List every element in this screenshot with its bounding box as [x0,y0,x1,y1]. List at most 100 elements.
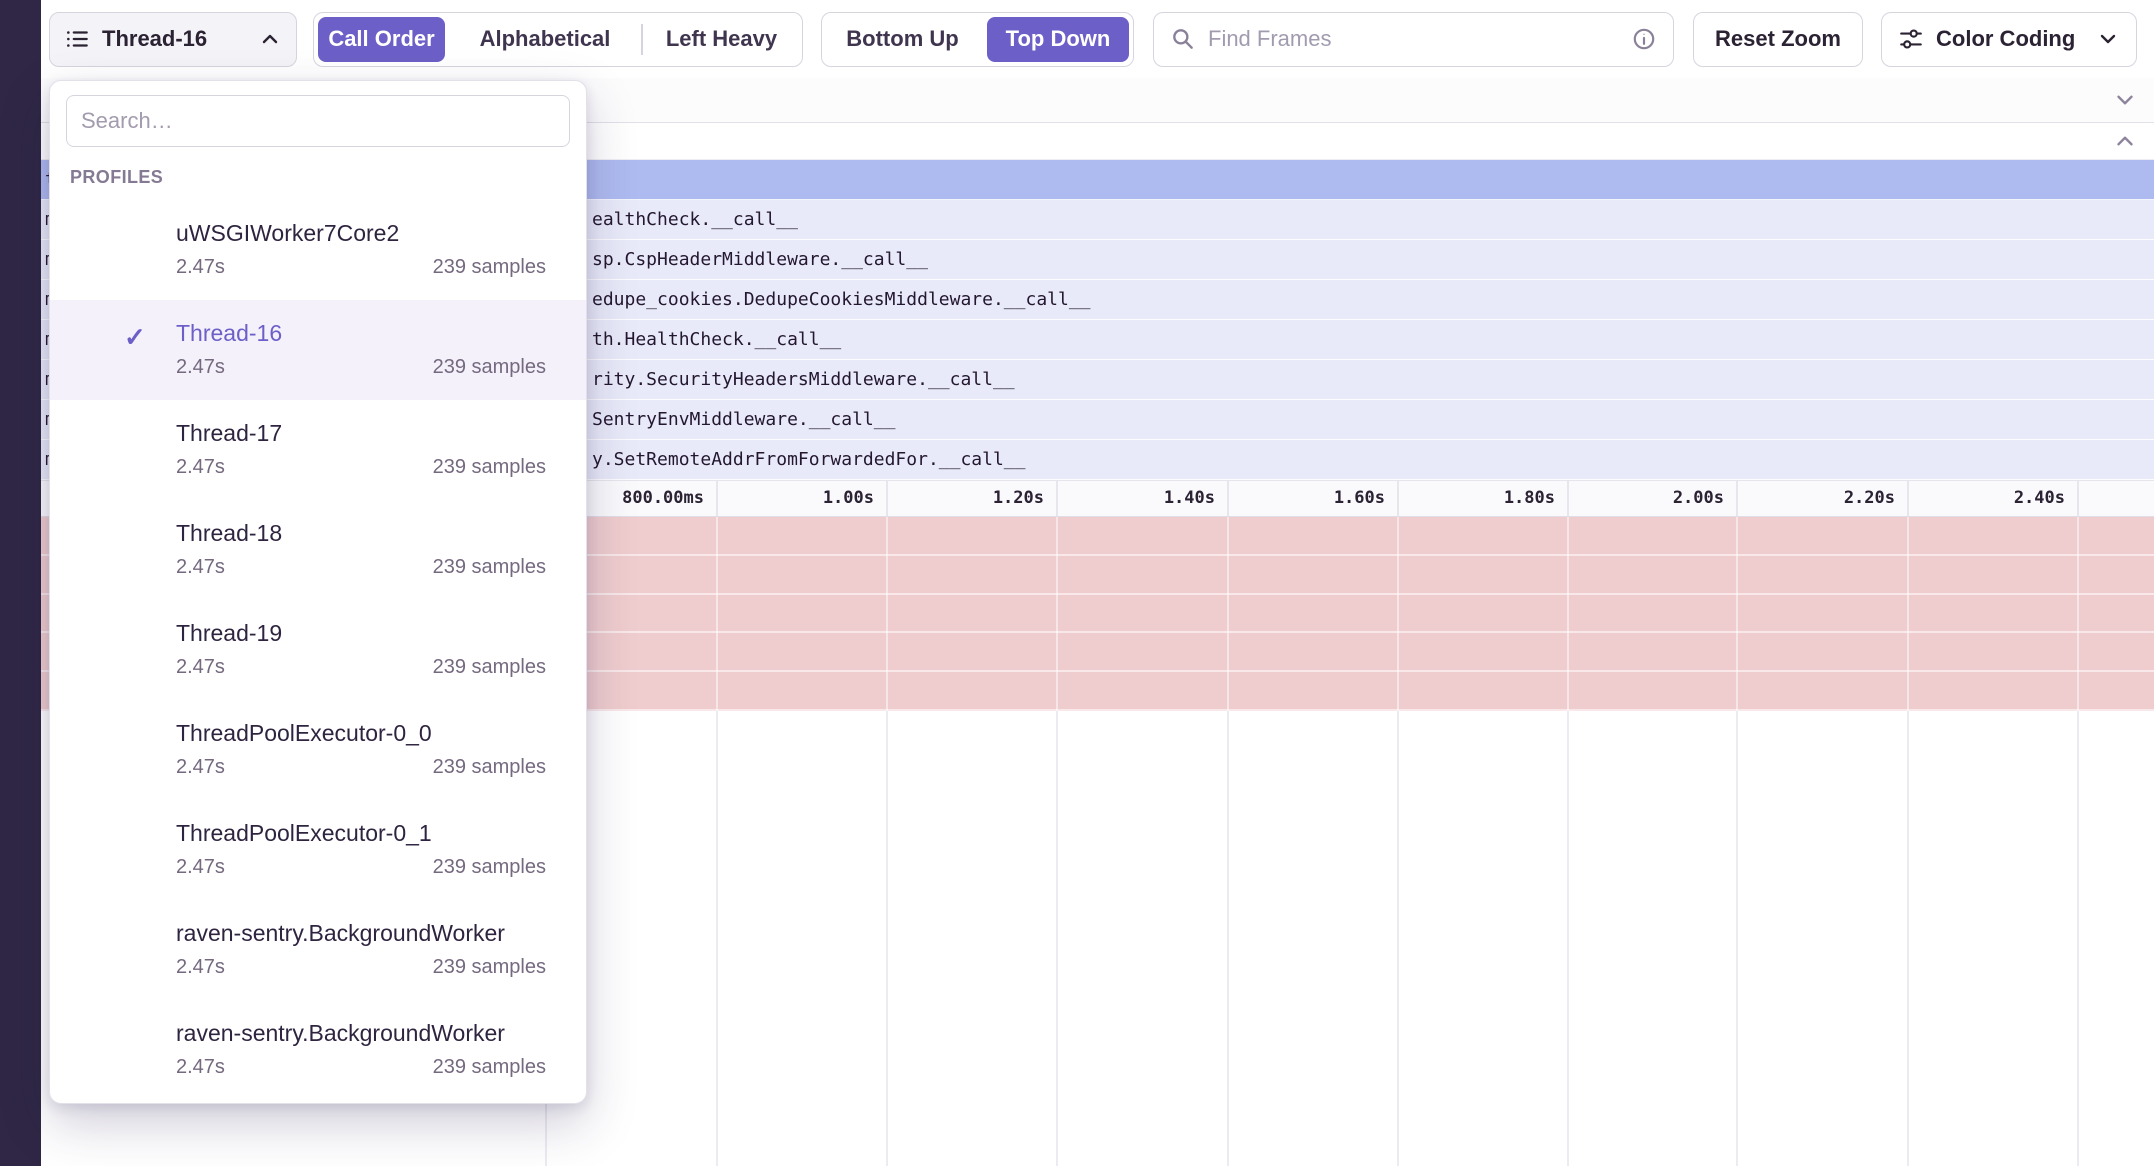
axis-tick-line [1736,481,1738,516]
axis-tick-label: 2.00s [1673,488,1724,508]
axis-tick-line [1227,481,1229,516]
profile-item[interactable]: Thread-18 2.47s 239 samples [50,500,586,600]
axis-tick-label: 2.20s [1844,488,1895,508]
gridline [1397,711,1399,1166]
profile-sample-count: 239 samples [433,554,546,580]
segment-bottom-up[interactable]: Bottom Up [822,13,983,66]
profile-item[interactable]: uWSGIWorker7Core2 2.47s 239 samples [50,200,586,300]
profile-duration: 2.47s [176,654,225,680]
flame-row-frame-text: ealthCheck.__call__ [592,209,798,230]
color-coding-button[interactable]: Color Coding [1881,12,2137,67]
dropdown-search-box[interactable] [66,95,570,147]
profile-name: Thread-17 [176,418,546,448]
reset-zoom-label: Reset Zoom [1715,26,1841,52]
profile-duration: 2.47s [176,554,225,580]
search-icon [1170,26,1196,52]
thread-selector-label: Thread-16 [102,26,207,52]
profile-item[interactable]: ThreadPoolExecutor-0_1 2.47s 239 samples [50,800,586,900]
thread-selector-dropdown: PROFILES uWSGIWorker7Core22.47s239 sampl… [49,80,587,1104]
info-icon[interactable] [1631,26,1657,52]
profile-name: Thread-16 [176,318,546,348]
profile-sample-count: 239 samples [433,654,546,680]
gridline [1567,711,1569,1166]
direction-mode-segmented-control: Bottom UpTop Down [821,12,1134,67]
gridline [1397,517,1399,711]
chevron-down-icon [2096,27,2120,51]
flame-row-frame-text: th.HealthCheck.__call__ [592,329,841,350]
find-frames-search[interactable] [1153,12,1674,67]
profile-duration: 2.47s [176,254,225,280]
profile-sample-count: 239 samples [433,354,546,380]
gridline [1736,517,1738,711]
profile-duration: 2.47s [176,954,225,980]
segment-left-heavy[interactable]: Left Heavy [641,13,802,66]
gridline [886,711,888,1166]
gridline [1907,517,1909,711]
profile-name: raven-sentry.BackgroundWorker [176,918,546,948]
expand-minimap-chevron-down-icon[interactable] [2112,87,2138,113]
axis-tick-line [886,481,888,516]
flame-row-frame-text: rity.SecurityHeadersMiddleware.__call__ [592,369,1015,390]
gridline [716,711,718,1166]
profile-duration: 2.47s [176,1054,225,1080]
gridline [1567,517,1569,711]
axis-tick-label: 800.00ms [622,488,704,508]
gridline [1056,711,1058,1166]
profile-sample-count: 239 samples [433,854,546,880]
profile-name: uWSGIWorker7Core2 [176,218,546,248]
profile-sample-count: 239 samples [433,754,546,780]
gridline [1227,517,1229,711]
flame-row-frame-text: SentryEnvMiddleware.__call__ [592,409,895,430]
profile-item[interactable]: ✓ Thread-16 2.47s 239 samples [50,300,586,400]
profile-name: Thread-18 [176,518,546,548]
gridline [886,517,888,711]
axis-tick-line [1397,481,1399,516]
profile-duration: 2.47s [176,854,225,880]
segment-call-order[interactable]: Call Order [318,17,445,62]
flame-row-frame-text: y.SetRemoteAddrFromForwardedFor.__call__ [592,449,1025,470]
axis-tick-label: 1.20s [993,488,1044,508]
profiler-app: Thread-16 Call OrderAlphabeticalLeft Hea… [0,0,2154,1166]
profile-name: Thread-19 [176,618,546,648]
app-nav-sidebar-sliver [0,0,41,1166]
collapse-flamegraph-chevron-up-icon[interactable] [2112,128,2138,154]
gridline [2077,711,2079,1166]
axis-tick-line [2077,481,2079,516]
profile-item[interactable]: raven-sentry.BackgroundWorker2.47s239 sa… [50,1000,586,1100]
list-icon [64,26,90,52]
segment-top-down[interactable]: Top Down [987,17,1129,62]
sliders-icon [1898,26,1924,52]
reset-zoom-button[interactable]: Reset Zoom [1693,12,1863,67]
sort-mode-segmented-control: Call OrderAlphabeticalLeft Heavy [313,12,803,67]
profile-duration: 2.47s [176,754,225,780]
axis-tick-line [1907,481,1909,516]
profile-sample-count: 239 samples [433,254,546,280]
gridline [716,517,718,711]
profile-item[interactable]: ThreadPoolExecutor-0_0 2.47s 239 samples [50,700,586,800]
dropdown-search-input[interactable] [81,108,555,134]
axis-tick-line [1567,481,1569,516]
gridline [1056,517,1058,711]
profile-item[interactable]: Thread-172.47s239 samples [50,400,586,500]
profile-name: ThreadPoolExecutor-0_0 [176,718,546,748]
gridline [2077,517,2079,711]
profile-name: ThreadPoolExecutor-0_1 [176,818,546,848]
axis-tick-label: 1.60s [1334,488,1385,508]
thread-selector-button[interactable]: Thread-16 [49,12,297,67]
axis-tick-line [1056,481,1058,516]
segment-alphabetical[interactable]: Alphabetical [449,13,641,66]
profiles-list: uWSGIWorker7Core2 2.47s 239 samples ✓ Thread… [50,200,586,1100]
profile-sample-count: 239 samples [433,954,546,980]
axis-tick-label: 1.00s [823,488,874,508]
gridline [1227,711,1229,1166]
profile-item[interactable]: Thread-19 2.47s 239 samples [50,600,586,700]
axis-tick-line [716,481,718,516]
toolbar: Thread-16 Call OrderAlphabeticalLeft Hea… [41,0,2154,78]
profile-name: raven-sentry.BackgroundWorker [176,1018,546,1048]
profile-item[interactable]: raven-sentry.BackgroundWorker 2.47s 239 sa… [50,900,586,1000]
color-coding-label: Color Coding [1936,26,2075,52]
checkmark-icon: ✓ [124,322,146,353]
find-frames-input[interactable] [1208,26,1619,52]
profile-duration: 2.47s [176,354,225,380]
profile-sample-count: 239 samples [433,454,546,480]
